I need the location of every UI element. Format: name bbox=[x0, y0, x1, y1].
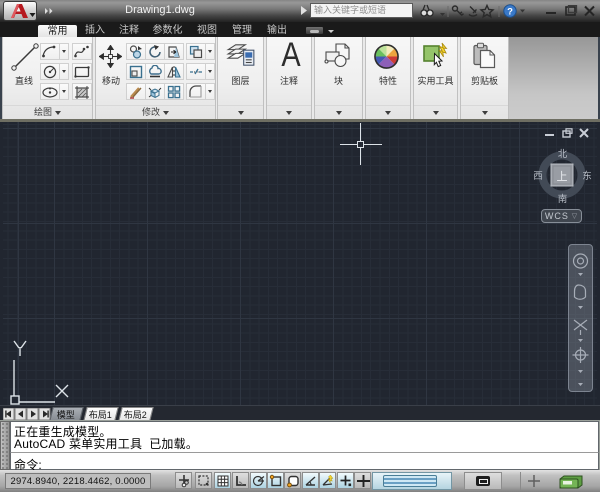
svg-text:西: 西 bbox=[534, 171, 543, 182]
svg-text:上: 上 bbox=[557, 170, 568, 183]
svg-text:东: 东 bbox=[582, 170, 592, 182]
svg-text:?: ? bbox=[507, 7, 513, 18]
svg-text:北: 北 bbox=[558, 149, 568, 160]
svg-text:南: 南 bbox=[558, 193, 568, 205]
